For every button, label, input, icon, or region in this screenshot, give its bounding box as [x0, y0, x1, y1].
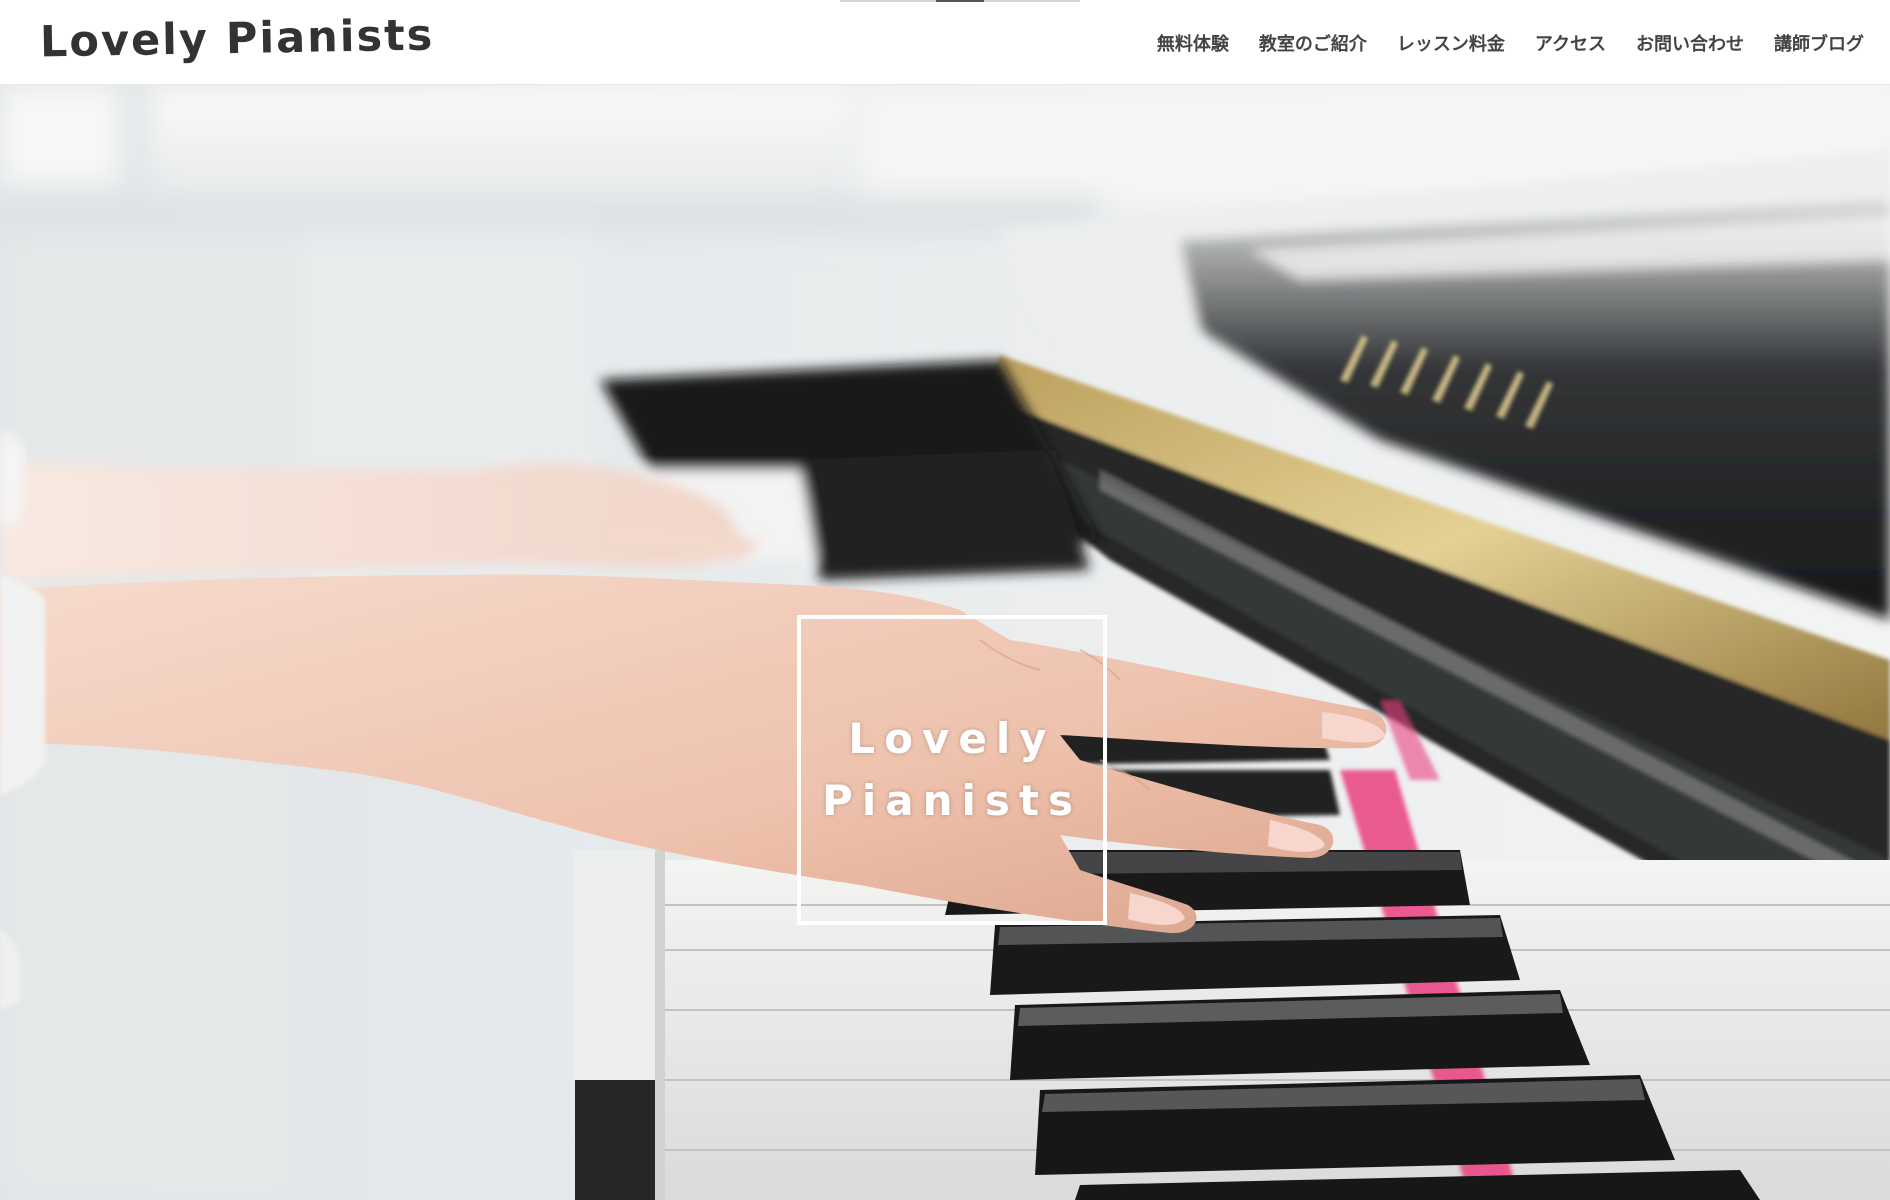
hero-section: Lovely Pianists — [0, 85, 1890, 1200]
nav-item-blog[interactable]: 講師ブログ — [1774, 30, 1864, 56]
hero-badge-line-1: Lovely — [848, 714, 1056, 763]
site-logo[interactable]: Lovely Pianists — [40, 11, 435, 68]
nav-item-about[interactable]: 教室のご紹介 — [1259, 30, 1367, 56]
site-header: Lovely Pianists 無料体験 教室のご紹介 レッスン料金 アクセス … — [0, 0, 1890, 85]
nav-item-pricing[interactable]: レッスン料金 — [1397, 30, 1505, 56]
hero-logo-badge: Lovely Pianists — [797, 615, 1107, 925]
nav-item-access[interactable]: アクセス — [1535, 30, 1606, 56]
hero-badge-line-2: Pianists — [822, 776, 1082, 825]
nav-item-contact[interactable]: お問い合わせ — [1636, 30, 1744, 56]
slider-progress-fill — [936, 0, 984, 2]
slider-progress-indicator — [840, 0, 1080, 2]
main-nav: 無料体験 教室のご紹介 レッスン料金 アクセス お問い合わせ 講師ブログ — [1157, 0, 1864, 85]
nav-item-free-trial[interactable]: 無料体験 — [1157, 30, 1229, 56]
